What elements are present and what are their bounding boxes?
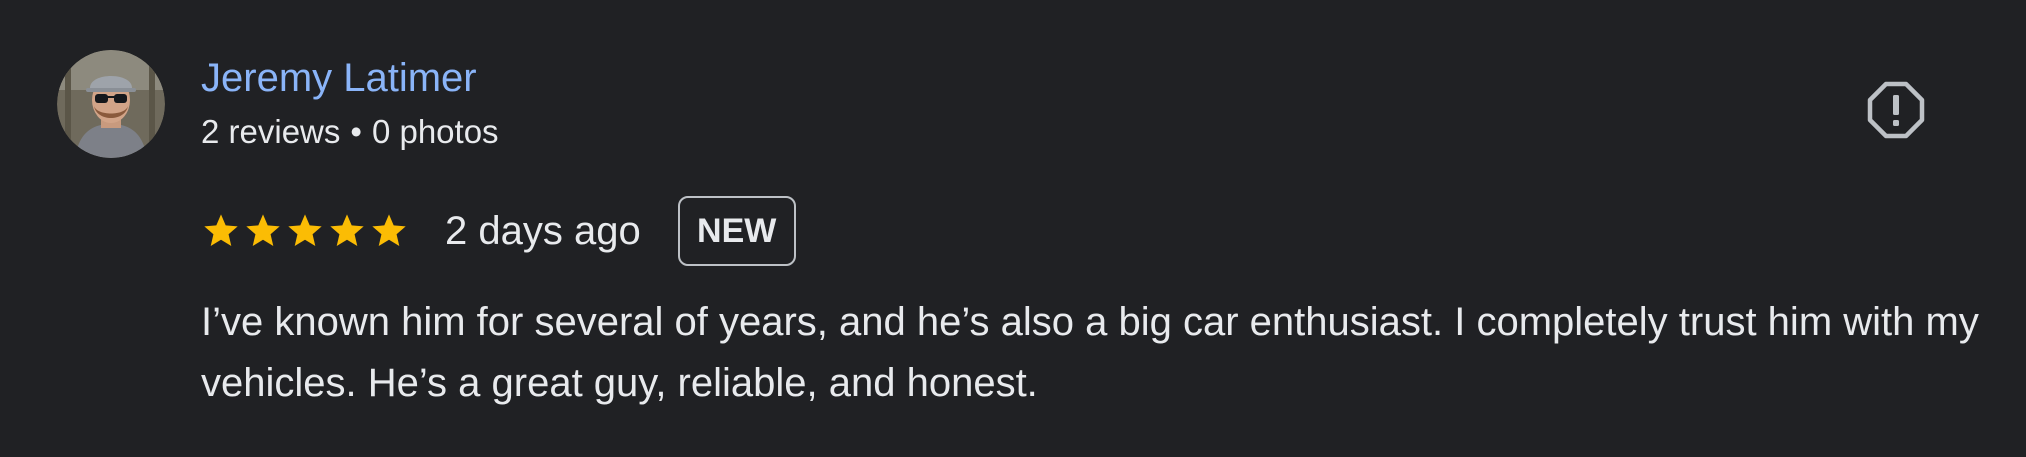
avatar-photo — [57, 50, 165, 158]
author-avatar[interactable] — [57, 50, 165, 158]
review-card: Jeremy Latimer 2 reviews • 0 photos 2 days… — [0, 0, 2026, 457]
author-name-link[interactable]: Jeremy Latimer — [201, 54, 477, 102]
rating-row: 2 days ago NEW — [201, 196, 796, 266]
reviews-count: 2 reviews — [201, 113, 341, 150]
new-badge: NEW — [677, 196, 796, 266]
meta-separator: • — [350, 113, 362, 150]
review-date: 2 days ago — [445, 209, 641, 253]
star-icon — [369, 211, 409, 251]
octagon-exclamation-icon — [1867, 81, 1925, 139]
star-icon — [327, 211, 367, 251]
report-review-button[interactable] — [1866, 80, 1926, 140]
author-meta: 2 reviews • 0 photos — [201, 112, 499, 152]
review-text: I’ve known him for several of years, and… — [201, 300, 1979, 405]
star-rating — [201, 196, 411, 266]
photos-count: 0 photos — [371, 113, 499, 150]
star-icon — [201, 211, 241, 251]
star-icon — [285, 211, 325, 251]
star-icon — [243, 211, 283, 251]
